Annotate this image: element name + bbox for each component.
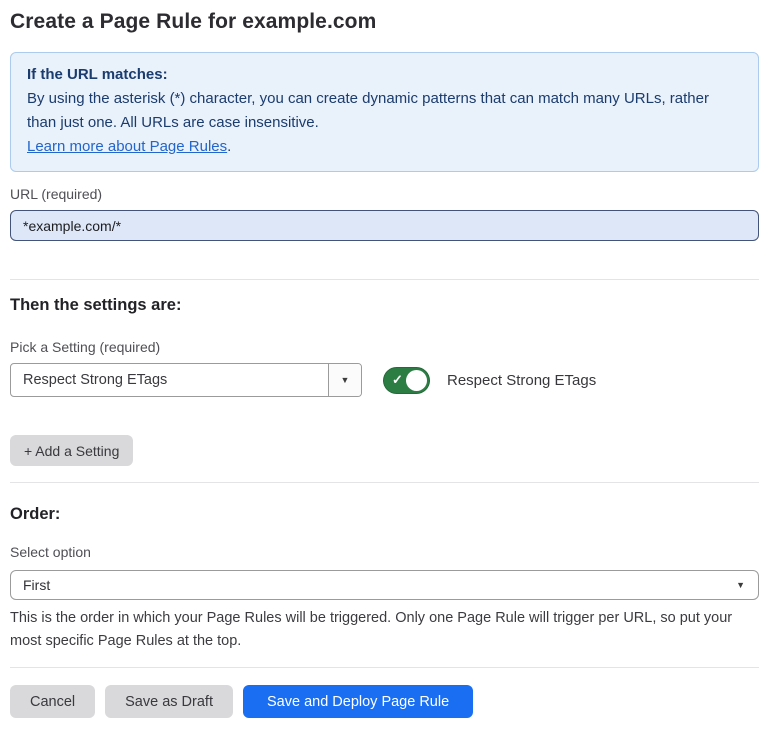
setting-select-arrow-box[interactable]: ▼ [328,364,361,396]
save-deploy-button[interactable]: Save and Deploy Page Rule [243,685,473,718]
learn-more-link[interactable]: Learn more about Page Rules [27,138,227,155]
url-input[interactable] [10,210,759,241]
link-period: . [227,138,231,155]
page-title: Create a Page Rule for example.com [10,10,759,34]
setting-toggle-label: Respect Strong ETags [447,372,596,389]
pick-setting-label: Pick a Setting (required) [10,339,759,355]
order-select-value: First [23,577,50,593]
page-rule-form: Create a Page Rule for example.com If th… [0,0,769,733]
order-select-label: Select option [10,544,759,560]
info-box-heading: If the URL matches: [27,63,742,87]
url-field-label: URL (required) [10,186,759,202]
url-match-info-box: If the URL matches: By using the asteris… [10,52,759,172]
order-select[interactable]: First ▼ [10,570,759,600]
section-divider [10,482,759,483]
order-help-text: This is the order in which your Page Rul… [10,607,759,653]
section-divider [10,279,759,280]
chevron-down-icon: ▼ [736,581,745,590]
setting-select-value: Respect Strong ETags [11,364,328,396]
setting-row: Respect Strong ETags ▼ ✓ Respect Strong … [10,363,759,397]
settings-section-heading: Then the settings are: [10,296,759,315]
cancel-button[interactable]: Cancel [10,685,95,718]
action-buttons: Cancel Save as Draft Save and Deploy Pag… [10,685,759,718]
toggle-knob [406,370,427,391]
order-section-heading: Order: [10,505,759,524]
info-box-body: By using the asterisk (*) character, you… [27,87,742,135]
setting-select[interactable]: Respect Strong ETags ▼ [10,363,362,397]
save-draft-button[interactable]: Save as Draft [105,685,233,718]
add-setting-button[interactable]: + Add a Setting [10,435,133,466]
info-box-link-line: Learn more about Page Rules. [27,135,742,159]
setting-toggle[interactable]: ✓ [383,367,430,394]
footer-divider [10,667,759,668]
check-icon: ✓ [392,372,403,388]
chevron-down-icon: ▼ [341,376,350,385]
